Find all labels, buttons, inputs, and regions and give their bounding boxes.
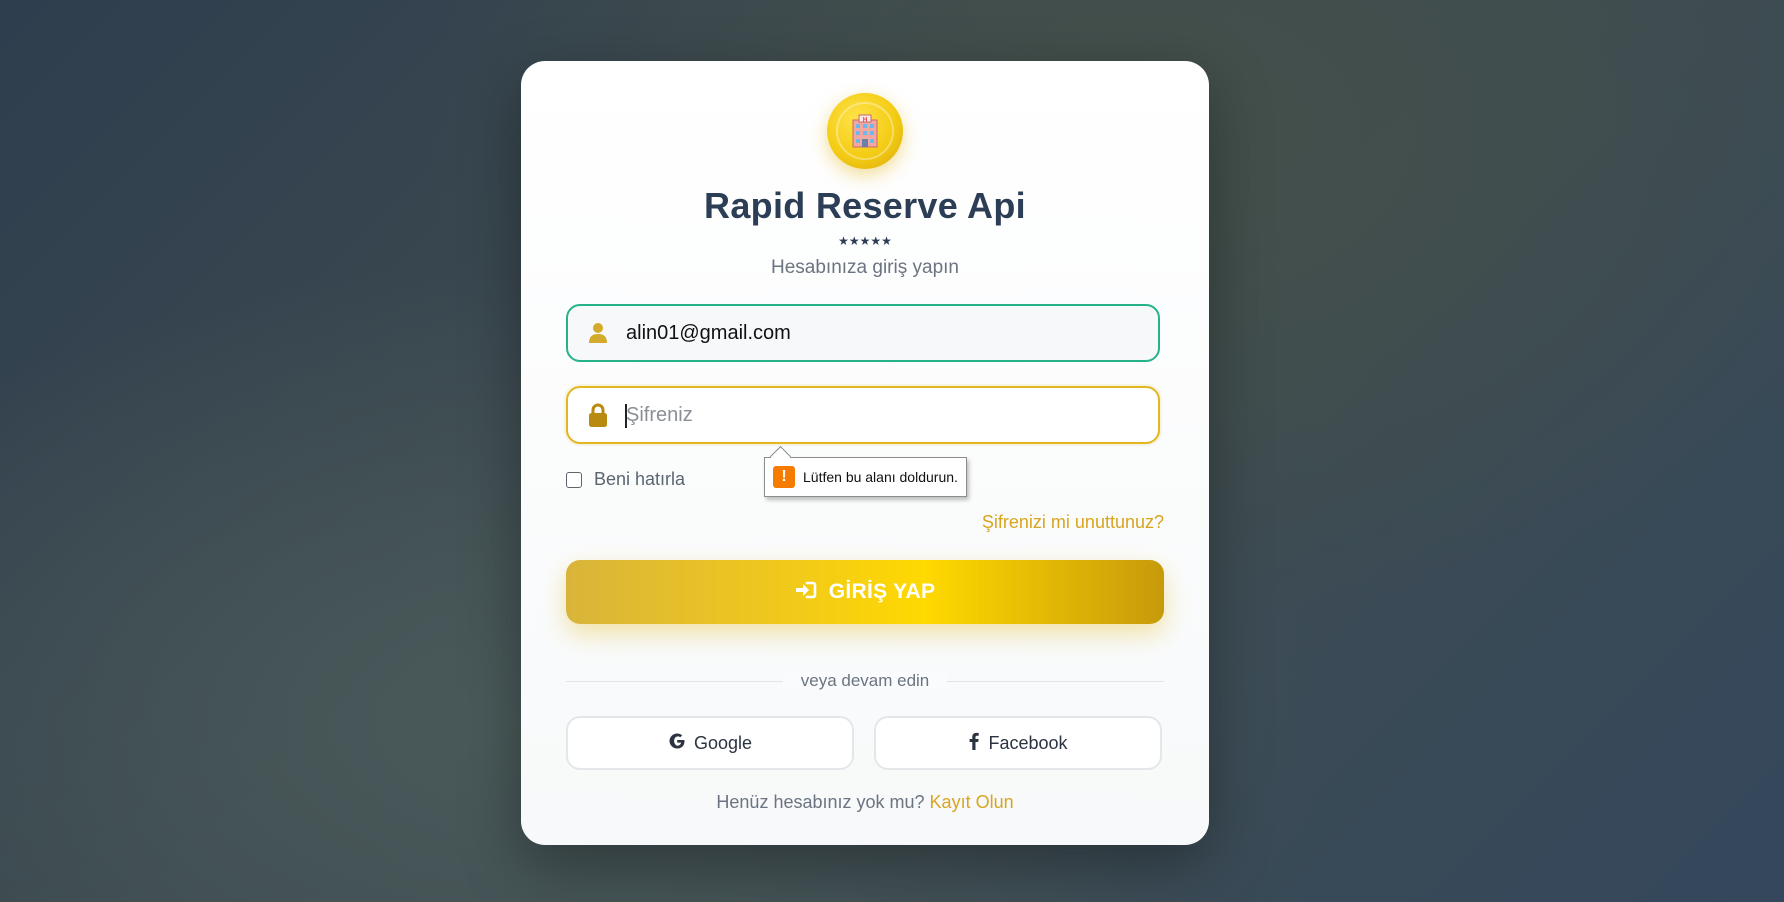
google-label: Google: [693, 732, 753, 753]
email-field[interactable]: [566, 304, 1160, 362]
validation-message: Lütfen bu alanı doldurun.: [803, 469, 958, 485]
divider-text: veya devam edin: [782, 671, 948, 690]
remember-checkbox[interactable]: [566, 471, 582, 488]
user-icon: [584, 319, 612, 347]
login-button-label: GİRİŞ YAP: [828, 580, 936, 603]
warning-icon: !: [773, 466, 795, 488]
login-button[interactable]: GİRİŞ YAP: [566, 560, 1164, 624]
sign-in-icon: [795, 580, 817, 605]
signup-link[interactable]: Kayıt Olun: [930, 792, 1014, 812]
google-login-button[interactable]: Google: [566, 716, 854, 770]
signup-row: Henüz hesabınız yok mu? Kayıt Olun: [521, 792, 1209, 813]
google-icon: [668, 732, 686, 755]
facebook-login-button[interactable]: Facebook: [874, 716, 1162, 770]
text-caret: [625, 404, 627, 428]
email-input[interactable]: [624, 320, 1148, 346]
lock-icon: [584, 401, 612, 429]
logo-badge: H: [827, 93, 903, 169]
hotel-icon: H: [852, 114, 878, 148]
app-title: Rapid Reserve Api: [704, 185, 1026, 226]
facebook-icon: [968, 732, 980, 755]
forgot-password-link[interactable]: Şifrenizi mi unuttunuz?: [982, 512, 1164, 533]
login-card: H Rapid Reserve Api ★★★★★ Hesabınıza gir…: [521, 61, 1209, 845]
validation-tooltip: ! Lütfen bu alanı doldurun.: [764, 457, 967, 497]
remember-me[interactable]: Beni hatırla: [566, 469, 685, 490]
password-field[interactable]: [566, 386, 1160, 444]
svg-text:H: H: [863, 118, 867, 124]
login-subtitle: Hesabınıza giriş yapın: [771, 257, 959, 278]
signup-prompt: Henüz hesabınız yok mu?: [716, 792, 925, 812]
password-input[interactable]: [624, 402, 1148, 428]
rating-stars: ★★★★★: [838, 234, 892, 248]
remember-label: Beni hatırla: [594, 469, 686, 489]
facebook-label: Facebook: [988, 732, 1068, 753]
